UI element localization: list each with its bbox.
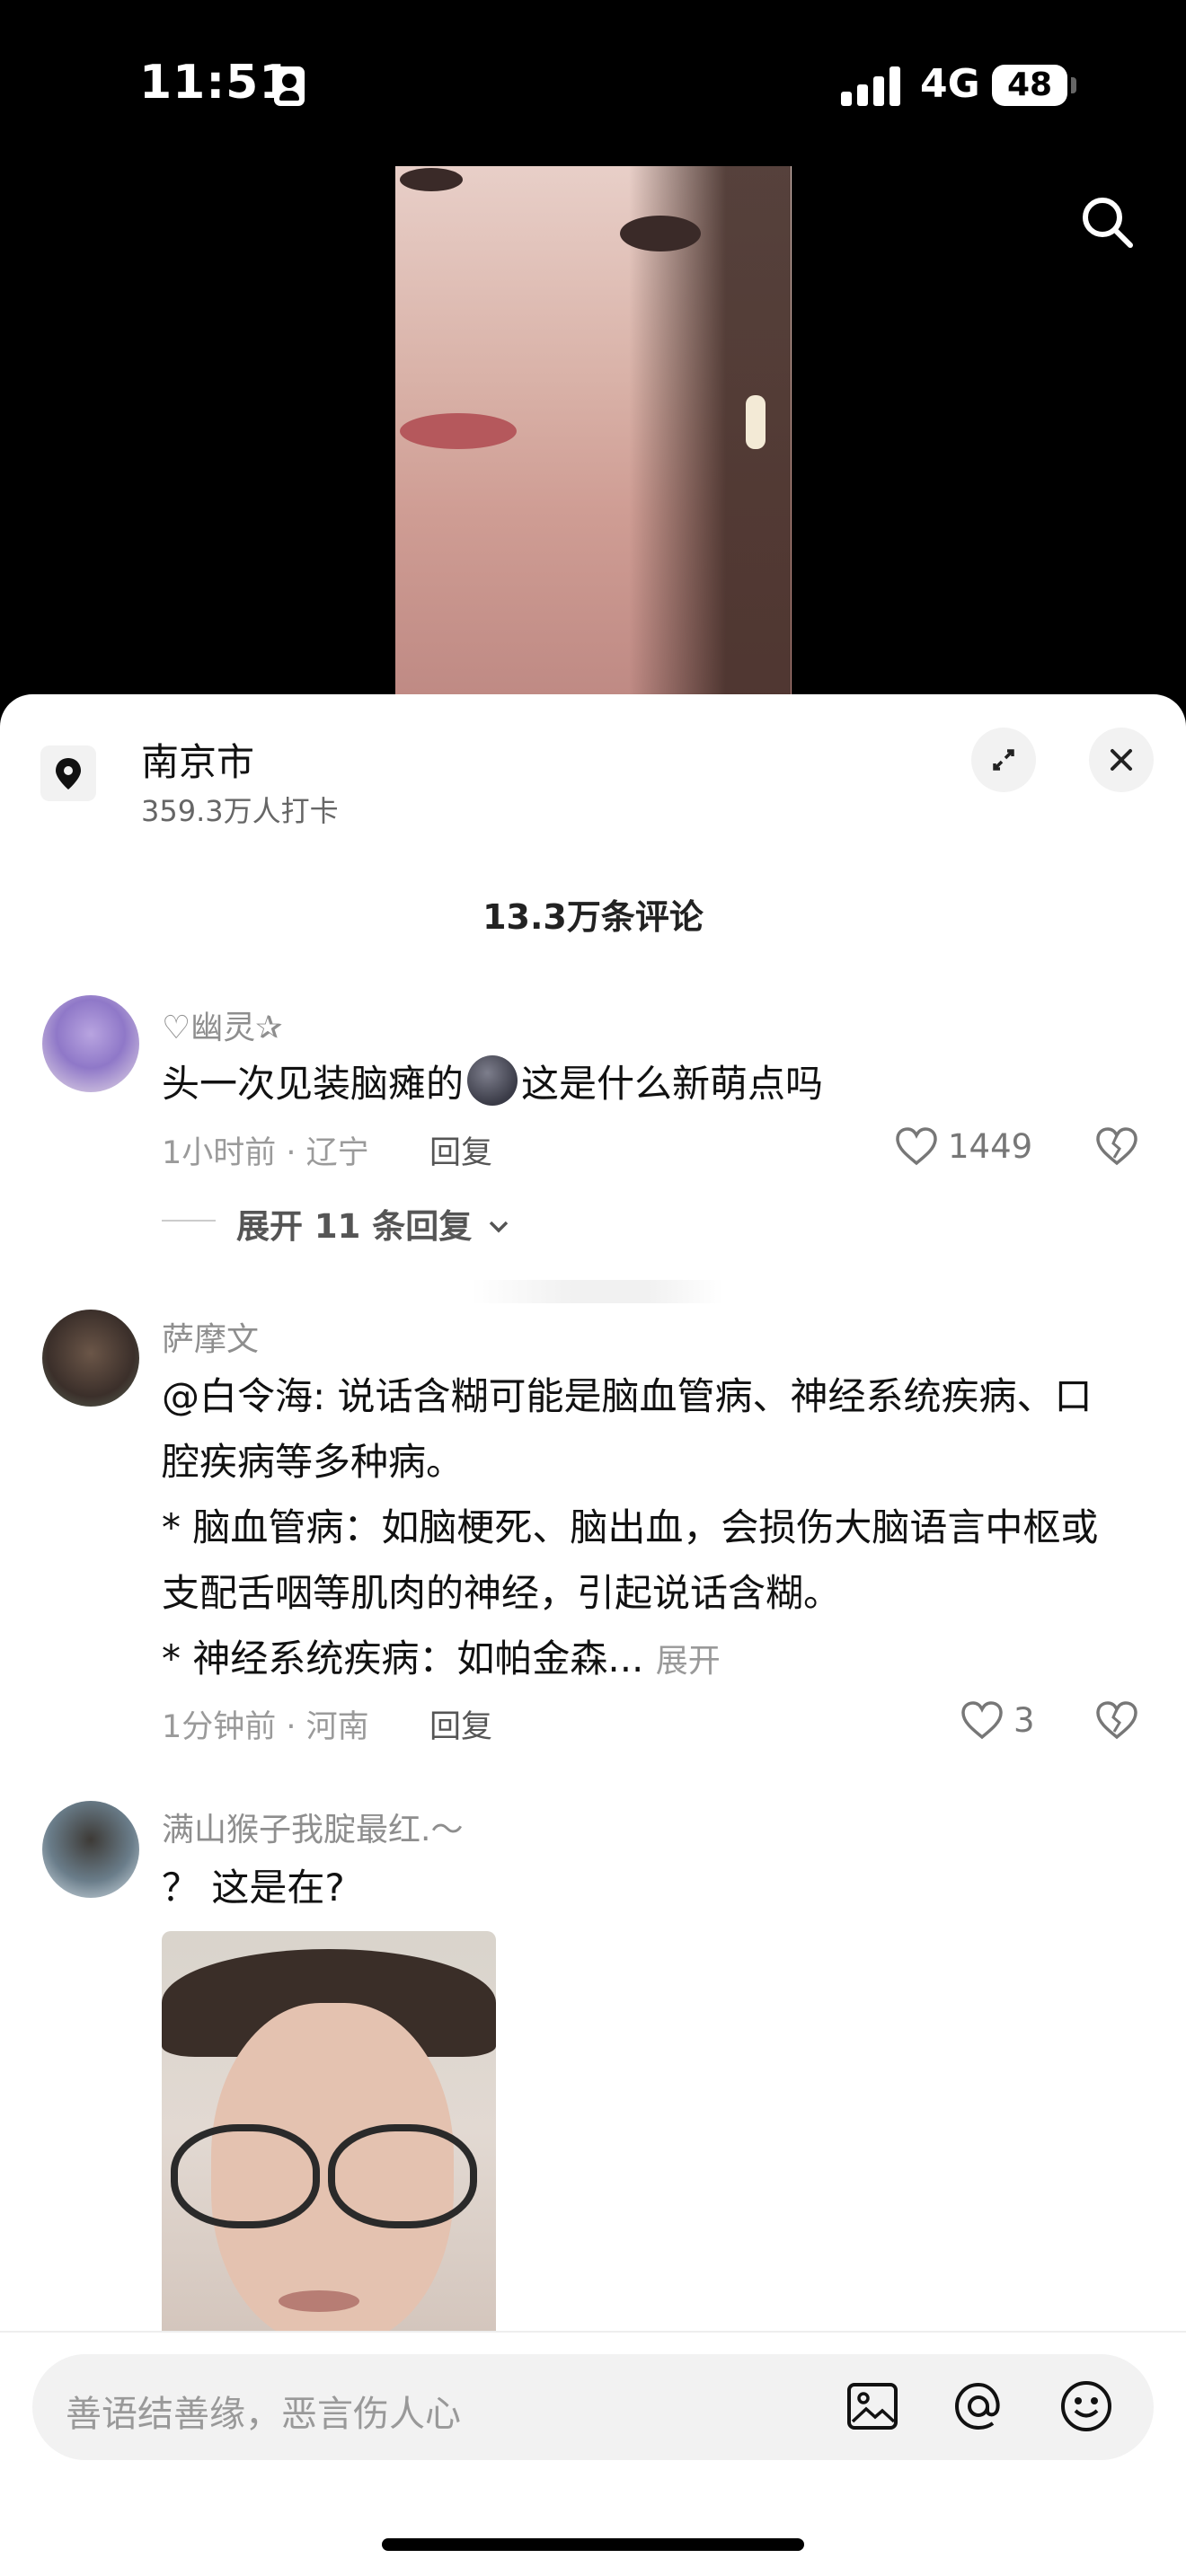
comment-text-part: 头一次见装脑瘫的 [162, 1062, 465, 1106]
expand-text-button[interactable]: 展开 [656, 1643, 721, 1680]
comment-username[interactable]: 满山猴子我腚最红.～ [162, 1804, 463, 1850]
status-time: 11:51 [139, 56, 293, 110]
home-indicator[interactable] [382, 2538, 804, 2551]
comment-text: 头一次见装脑瘫的 这是什么新萌点吗 [162, 1051, 823, 1116]
location-checkins: 359.3万人打卡 [141, 794, 339, 828]
heart-icon[interactable] [960, 1699, 1005, 1741]
comment-username[interactable]: 萨摩文 [162, 1313, 259, 1360]
close-button[interactable] [1089, 728, 1154, 792]
comment-line: @白令海: 说话含糊可能是脑血管病、神经系统疾病、口 [162, 1374, 1093, 1418]
comment-line: 支配舌咽等肌肉的神经，引起说话含糊。 [162, 1571, 842, 1615]
comment-line: * 神经系统疾病：如帕金森... 展开 [162, 1626, 721, 1694]
comment-username[interactable]: ♡幽灵✰ [162, 1001, 282, 1048]
avatar[interactable] [42, 1310, 139, 1407]
photo-mouth [279, 2290, 359, 2312]
like-count: 1449 [948, 1127, 1033, 1166]
signal-icon [841, 66, 902, 106]
expand-replies-label: 展开 11 条回复 [236, 1207, 473, 1246]
broken-heart-icon[interactable] [1094, 1125, 1139, 1167]
video-eye-left [400, 168, 463, 191]
video-player[interactable] [395, 166, 792, 696]
chevron-down-icon [489, 1221, 509, 1233]
comment-meta: 1小时前 · 辽宁 [162, 1135, 369, 1171]
network-type: 4G [920, 61, 980, 107]
photo-glasses-right [328, 2124, 477, 2228]
battery-tip [1071, 77, 1076, 93]
like-count: 3 [1013, 1701, 1035, 1740]
avatar[interactable] [42, 995, 139, 1092]
expand-replies-button[interactable]: 展开 11 条回复 [236, 1199, 510, 1248]
separator-blur [472, 1280, 723, 1303]
video-eye-right [620, 216, 701, 251]
avatar[interactable] [42, 1801, 139, 1898]
comment-text-part: 这是什么新萌点吗 [521, 1062, 824, 1106]
comment-line: 腔疾病等多种病。 [162, 1440, 465, 1484]
location-title[interactable]: 南京市 [141, 732, 254, 787]
comment-line: * 脑血管病：如脑梗死、脑出血，会损伤大脑语言中枢或 [162, 1505, 1099, 1549]
expand-divider [162, 1220, 216, 1222]
comment-meta: 1分钟前 · 河南 [162, 1709, 369, 1745]
broken-heart-icon[interactable] [1094, 1699, 1139, 1741]
battery-icon: 48 [992, 65, 1067, 106]
comment-image[interactable] [162, 1931, 496, 2331]
expand-icon [993, 749, 1014, 771]
image-icon[interactable] [845, 2378, 900, 2434]
location-pin-icon[interactable] [40, 745, 96, 801]
comment-text: ？ 这是在? [162, 1866, 345, 1910]
comment-line-text: * 神经系统疾病：如帕金森... [162, 1636, 644, 1681]
person-badge-icon [274, 66, 305, 106]
comment-input-placeholder: 善语结善缘，恶言伤人心 [66, 2394, 461, 2435]
emoji-icon[interactable] [1058, 2378, 1114, 2434]
reply-button[interactable]: 回复 [429, 1127, 492, 1173]
comment-count: 13.3万条评论 [482, 897, 704, 937]
input-divider [0, 2331, 1186, 2333]
at-icon[interactable] [951, 2378, 1006, 2434]
reply-button[interactable]: 回复 [429, 1701, 492, 1747]
close-icon [1111, 749, 1132, 771]
video-earring [746, 395, 766, 449]
expand-button[interactable] [971, 728, 1036, 792]
video-mouth [400, 413, 517, 449]
search-icon[interactable] [1078, 193, 1136, 251]
emoji-sticker-icon [467, 1055, 518, 1106]
heart-icon[interactable] [894, 1125, 939, 1167]
photo-glasses-left [171, 2124, 320, 2228]
